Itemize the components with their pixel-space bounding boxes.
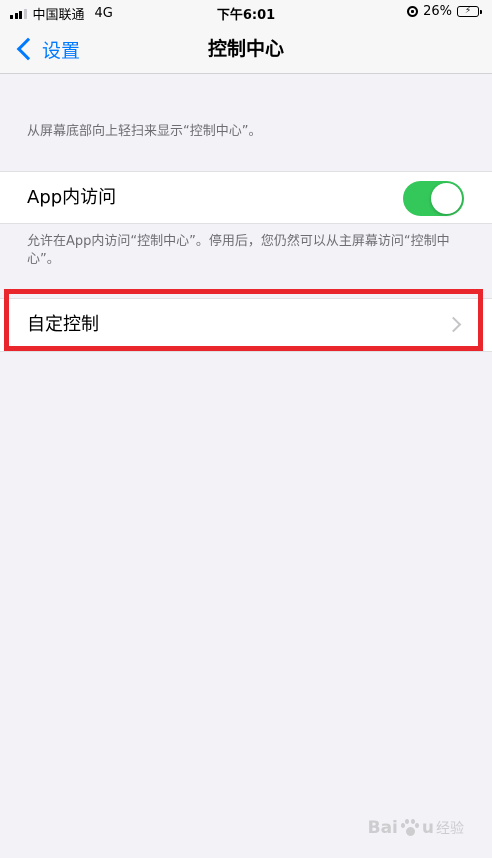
paw-icon bbox=[400, 818, 420, 838]
watermark-brand-right: u bbox=[421, 818, 434, 838]
access-within-apps-label: App内访问 bbox=[27, 187, 117, 208]
status-right: 26% ⚡ bbox=[407, 4, 482, 19]
battery-percent: 26% bbox=[423, 4, 452, 19]
orientation-lock-icon bbox=[407, 6, 419, 17]
customize-controls-label: 自定控制 bbox=[27, 314, 99, 335]
access-within-apps-toggle[interactable] bbox=[403, 181, 464, 216]
watermark-brand-left: Bai bbox=[367, 818, 398, 838]
access-within-apps-row: App内访问 bbox=[0, 171, 492, 224]
watermark: Bai u 经验 bbox=[368, 818, 464, 838]
intro-text: 从屏幕底部向上轻扫来显示“控制中心”。 bbox=[27, 124, 262, 139]
access-within-apps-footnote: 允许在App内访问“控制中心”。停用后，您仍然可以从主屏幕访问“控制中心”。 bbox=[27, 234, 450, 267]
chevron-right-icon bbox=[445, 316, 462, 333]
page-title: 控制中心 bbox=[207, 38, 284, 60]
customize-controls-row[interactable]: 自定控制 bbox=[0, 298, 492, 352]
navigation-bar: 设置 控制中心 bbox=[0, 24, 492, 74]
status-bar: 中国联通 4G 下午6:01 26% ⚡ bbox=[0, 0, 492, 24]
battery-charging-icon: ⚡ bbox=[457, 6, 482, 17]
toggle-knob bbox=[431, 183, 462, 214]
watermark-brand-cn: 经验 bbox=[436, 821, 464, 837]
